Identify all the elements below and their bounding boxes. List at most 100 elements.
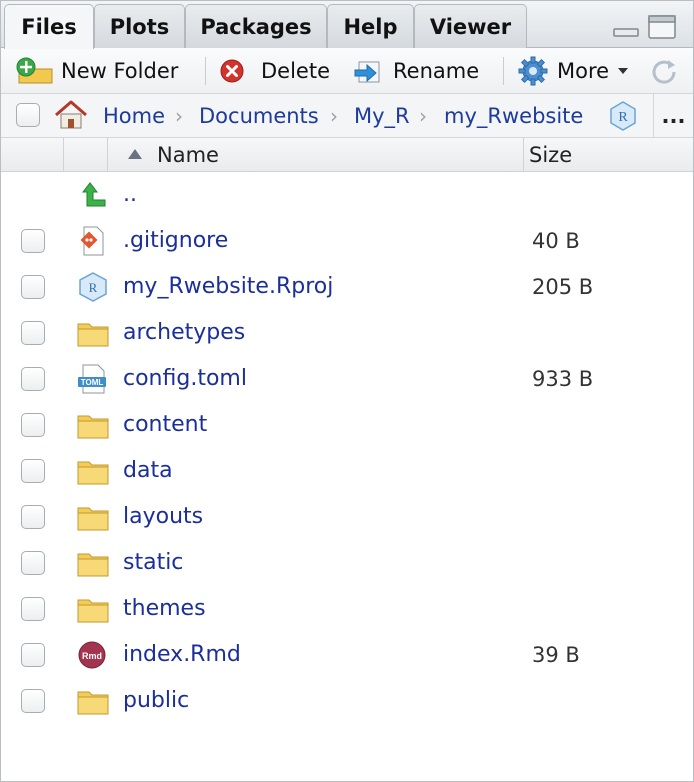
table-row[interactable]: data	[1, 448, 693, 494]
rename-label: Rename	[393, 59, 480, 83]
refresh-icon[interactable]	[649, 56, 679, 86]
breadcrumb: Home › Documents › My_R › my_Rwebsite R …	[1, 94, 693, 138]
row-checkbox[interactable]	[21, 459, 45, 483]
file-name-link[interactable]: my_Rwebsite.Rproj	[123, 264, 333, 310]
row-checkbox[interactable]	[21, 413, 45, 437]
more-button[interactable]: More	[517, 48, 629, 94]
row-checkbox[interactable]	[21, 321, 45, 345]
file-size: 933 B	[532, 367, 594, 391]
file-name-link[interactable]: static	[123, 540, 183, 586]
new-folder-icon	[16, 57, 53, 84]
file-name-link[interactable]: layouts	[123, 494, 203, 540]
rproj-file-icon: R	[79, 272, 107, 302]
table-row[interactable]: static	[1, 540, 693, 586]
file-name-link[interactable]: index.Rmd	[123, 632, 241, 678]
breadcrumb-documents[interactable]: Documents	[199, 94, 319, 138]
table-row[interactable]: archetypes	[1, 310, 693, 356]
table-row[interactable]: layouts	[1, 494, 693, 540]
file-name-link[interactable]: public	[123, 678, 189, 724]
table-row[interactable]: ..	[1, 172, 693, 218]
file-list-header: Name Size	[1, 138, 693, 172]
table-row[interactable]: TOML config.toml 933 B	[1, 356, 693, 402]
folder-icon	[77, 599, 109, 623]
breadcrumb-my-r[interactable]: My_R	[354, 94, 410, 138]
new-folder-label: New Folder	[61, 59, 179, 83]
minimize-pane-icon[interactable]	[612, 13, 640, 39]
files-toolbar: New Folder Delete Rename More	[1, 48, 693, 94]
svg-text:TOML: TOML	[81, 378, 104, 387]
file-size: 40 B	[532, 229, 580, 253]
toml-file-icon: TOML	[78, 364, 106, 394]
select-all-checkbox[interactable]	[16, 103, 40, 127]
tab-viewer[interactable]: Viewer	[414, 4, 527, 48]
breadcrumb-separator: ›	[419, 104, 427, 128]
gear-icon	[518, 56, 548, 86]
chevron-down-icon	[618, 68, 629, 74]
new-folder-button[interactable]: New Folder	[15, 48, 178, 94]
breadcrumb-separator: ›	[175, 104, 183, 128]
tab-help[interactable]: Help	[327, 4, 414, 48]
header-name-column[interactable]: Name	[108, 138, 524, 172]
maximize-pane-icon[interactable]	[647, 13, 677, 41]
row-checkbox[interactable]	[21, 367, 45, 391]
parent-up-arrow-icon	[81, 182, 106, 207]
folder-icon	[77, 323, 109, 347]
breadcrumb-overflow-button[interactable]: ...	[653, 94, 693, 138]
file-list: .. .gitignore 40 B R my_Rwebsite.Rproj 2…	[1, 172, 693, 724]
header-name-label: Name	[157, 143, 219, 167]
table-row[interactable]: .gitignore 40 B	[1, 218, 693, 264]
row-checkbox[interactable]	[21, 505, 45, 529]
table-row[interactable]: R my_Rwebsite.Rproj 205 B	[1, 264, 693, 310]
table-row[interactable]: public	[1, 678, 693, 724]
folder-icon	[77, 461, 109, 485]
row-checkbox[interactable]	[21, 551, 45, 575]
header-checkbox-column	[1, 138, 64, 172]
file-name-link[interactable]: archetypes	[123, 310, 245, 356]
svg-text:Rmd: Rmd	[82, 651, 102, 661]
rename-icon	[354, 61, 380, 83]
folder-icon	[77, 507, 109, 531]
table-row[interactable]: Rmd index.Rmd 39 B	[1, 632, 693, 678]
file-name-link[interactable]: config.toml	[123, 356, 247, 402]
file-size: 205 B	[532, 275, 594, 299]
svg-text:R: R	[618, 110, 628, 125]
header-size-label: Size	[529, 143, 573, 167]
delete-label: Delete	[261, 59, 330, 83]
file-size: 39 B	[532, 643, 580, 667]
row-checkbox[interactable]	[21, 597, 45, 621]
table-row[interactable]: themes	[1, 586, 693, 632]
home-icon[interactable]	[53, 99, 89, 131]
row-checkbox[interactable]	[21, 275, 45, 299]
svg-text:R: R	[89, 280, 98, 295]
file-name-link[interactable]: data	[123, 448, 173, 494]
rproject-icon[interactable]: R	[607, 100, 639, 132]
breadcrumb-home[interactable]: Home	[103, 94, 165, 138]
folder-icon	[77, 691, 109, 715]
file-name-link[interactable]: themes	[123, 586, 206, 632]
folder-icon	[77, 415, 109, 439]
toolbar-separator	[503, 57, 504, 85]
row-checkbox[interactable]	[21, 689, 45, 713]
tab-files[interactable]: Files	[4, 4, 94, 49]
file-name-link[interactable]: .gitignore	[123, 218, 228, 264]
sort-ascending-icon	[128, 149, 142, 159]
git-file-icon	[80, 226, 104, 256]
file-name-link[interactable]: content	[123, 402, 207, 448]
row-checkbox[interactable]	[21, 643, 45, 667]
folder-icon	[77, 553, 109, 577]
delete-icon	[220, 59, 244, 83]
files-pane: Files Plots Packages Help Viewer New Fol…	[0, 0, 694, 782]
rename-button[interactable]: Rename	[353, 48, 479, 94]
tab-plots[interactable]: Plots	[94, 4, 185, 48]
table-row[interactable]: content	[1, 402, 693, 448]
tab-bar: Files Plots Packages Help Viewer	[1, 1, 693, 49]
file-name-link[interactable]: ..	[123, 172, 137, 218]
row-checkbox[interactable]	[21, 229, 45, 253]
header-icon-column	[64, 138, 108, 172]
header-size-column[interactable]: Size	[524, 138, 693, 172]
breadcrumb-separator: ›	[330, 104, 338, 128]
tab-packages[interactable]: Packages	[185, 4, 327, 48]
delete-button[interactable]: Delete	[219, 48, 330, 94]
breadcrumb-my-rwebsite[interactable]: my_Rwebsite	[444, 94, 583, 138]
toolbar-separator	[205, 57, 206, 85]
